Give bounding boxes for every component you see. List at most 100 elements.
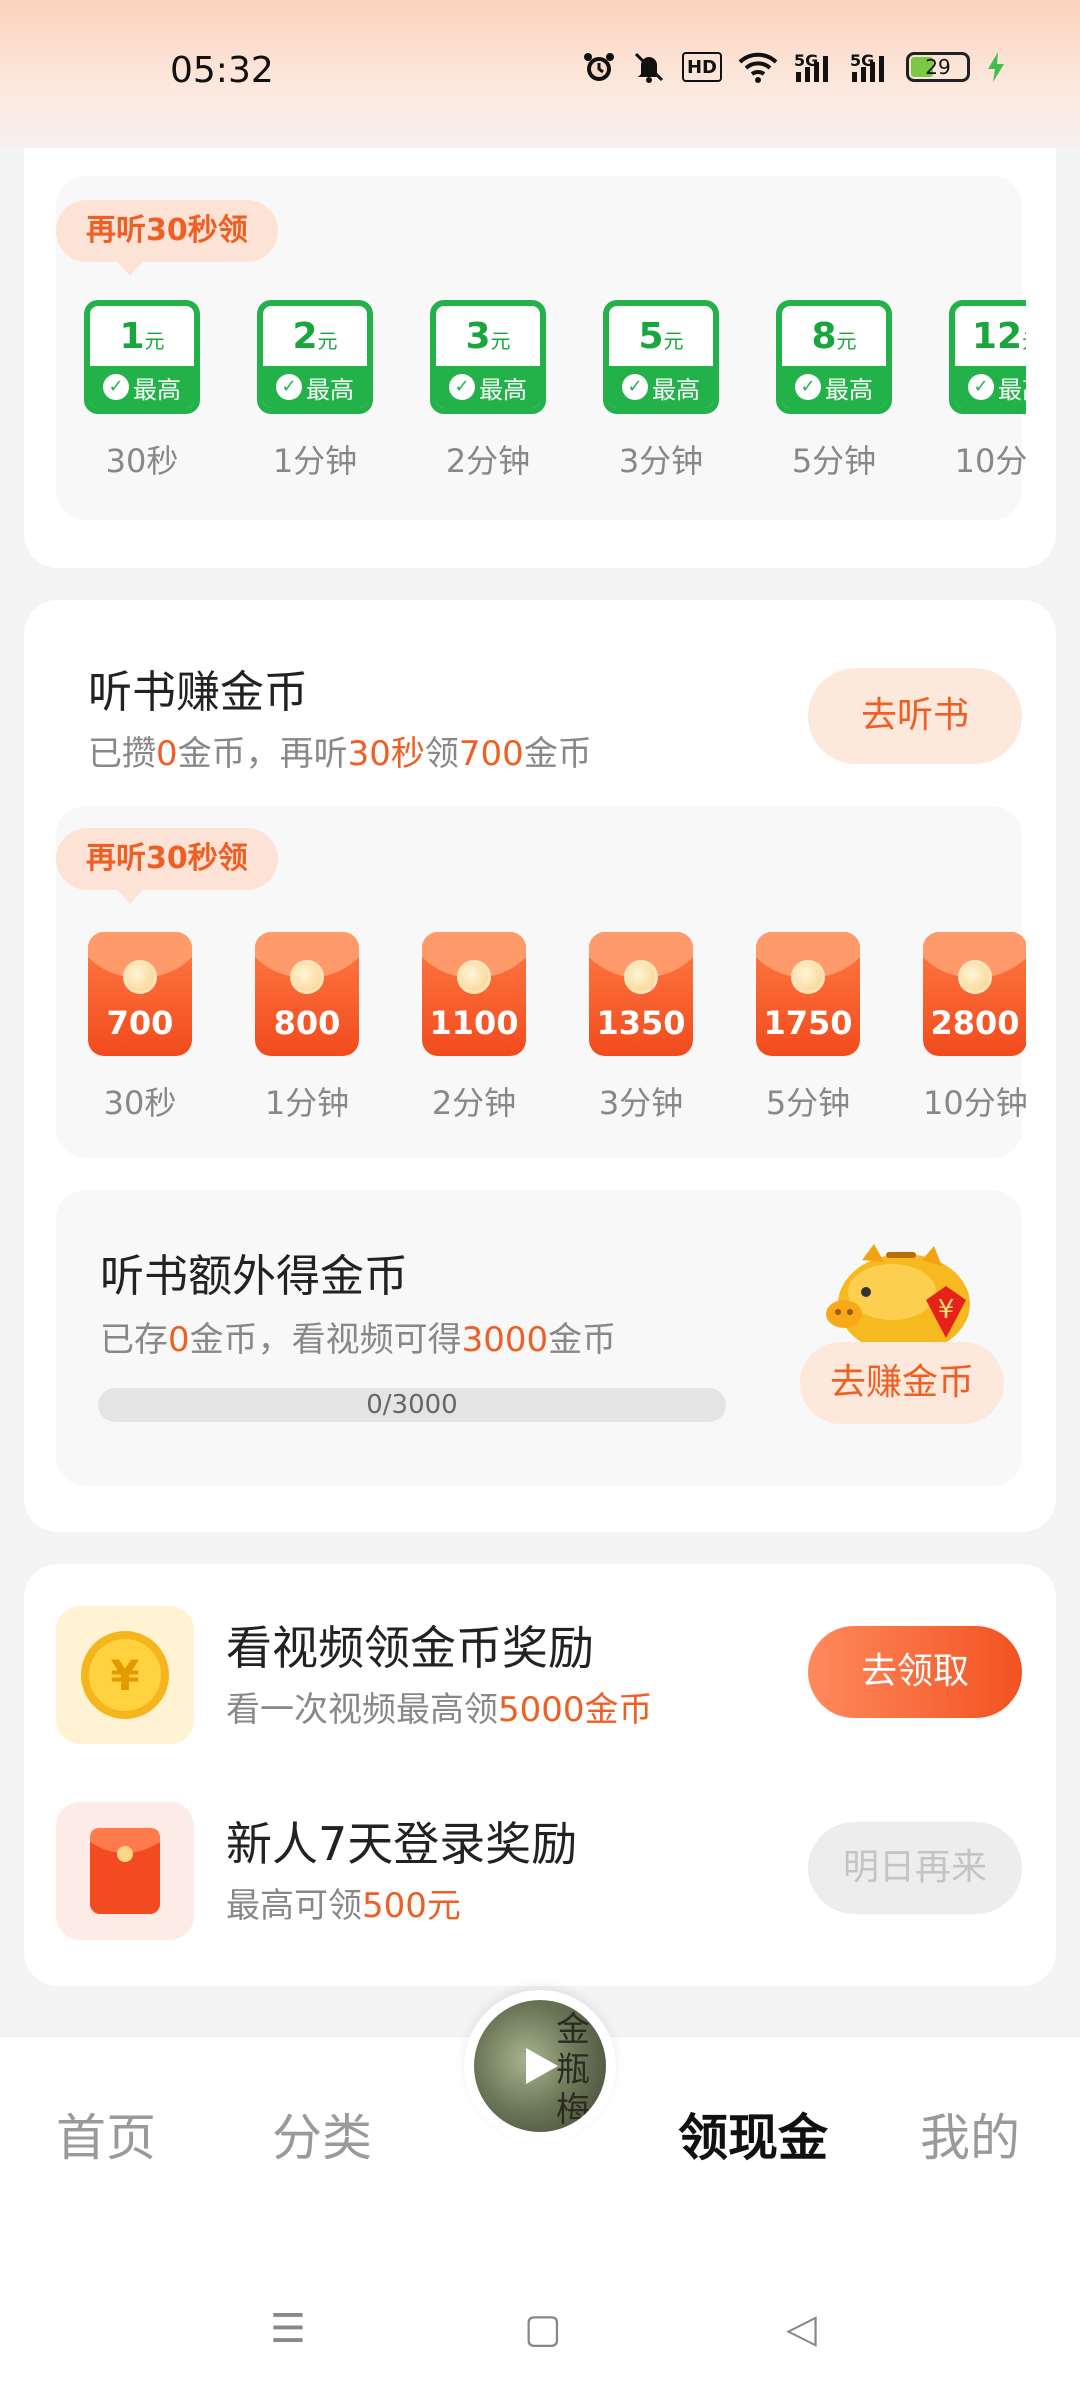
subtitle-text: 金币	[548, 1320, 617, 1360]
cash-badge: 1元 ✓ 最高	[84, 300, 200, 414]
cash-amount: 1	[119, 316, 145, 357]
nav-category[interactable]: 分类	[272, 2098, 372, 2170]
cash-tag: ✓最高	[782, 366, 886, 408]
cash-milestone-item[interactable]: 5元 ✓ 最高 3分钟	[603, 300, 719, 482]
cash-amount-line: 1元	[90, 306, 194, 368]
coin-amount: 1750	[763, 1004, 853, 1042]
cash-milestone-item[interactable]: 1元 ✓ 最高 30秒	[84, 300, 200, 482]
subtitle-text: 已攒	[88, 734, 156, 774]
cash-amount-line: 8元	[782, 306, 886, 368]
coin-amount: 800	[273, 1004, 341, 1042]
coin-milestone-item[interactable]: 2800 10分钟	[923, 932, 1026, 1124]
cash-milestone-item[interactable]: 8元 ✓ 最高 5分钟	[776, 300, 892, 482]
listen-coins-card: 听书赚金币 已攒0金币，再听30秒领700金币 去听书 再听30秒领 700 3…	[24, 600, 1056, 1532]
coin-milestone-item[interactable]: 1350 3分钟	[589, 932, 693, 1124]
battery-level: 29	[925, 55, 951, 79]
nav-cash[interactable]: 领现金	[678, 2098, 828, 2170]
cash-time-label: 30秒	[105, 442, 179, 480]
cash-unit: 元	[317, 329, 338, 353]
check-icon: ✓	[103, 374, 129, 400]
cash-amount: 5	[638, 316, 664, 357]
subtitle-text: 已存	[100, 1320, 168, 1360]
listen-coins-title: 听书赚金币	[88, 667, 308, 718]
cash-amount: 12	[971, 316, 1023, 357]
play-icon[interactable]	[526, 2048, 558, 2084]
cash-tag: ✓最高	[436, 366, 540, 408]
cash-tag-label: 最高	[133, 375, 181, 404]
coin-milestone-row: 再听30秒领 700 30秒 800 1分钟 1100 2分钟 1350 3分钟…	[56, 806, 1026, 1158]
wifi-icon	[738, 50, 778, 84]
status-time: 05:32	[170, 50, 274, 91]
extra-coins-subtitle: 已存0金币，看视频可得3000金币	[100, 1312, 616, 1361]
task-title: 新人7天登录奖励	[226, 1817, 578, 1871]
coin-milestone-item[interactable]: 800 1分钟	[255, 932, 359, 1124]
menu-icon[interactable]: ☰	[270, 2306, 306, 2352]
nav-mine[interactable]: 我的	[920, 2098, 1020, 2170]
5g-signal-icon: 5G	[850, 50, 890, 84]
subtitle-text: 看一次视频最高领	[226, 1690, 498, 1730]
alarm-icon	[582, 50, 616, 84]
coin-symbol: ¥	[110, 1651, 139, 1700]
cash-badge: 12元 ✓最高	[949, 300, 1026, 414]
subtitle-text: 领	[424, 734, 459, 774]
cash-milestone-item[interactable]: 12元 ✓最高 10分钟	[949, 300, 1026, 482]
stored-coins: 0	[168, 1320, 190, 1360]
cash-card: 再听30秒领 1元 ✓ 最高 30秒 2元 ✓ 最高 1分钟 3元 ✓ 最高 2…	[24, 148, 1056, 568]
home-square-icon[interactable]: ▢	[524, 2306, 562, 2352]
subtitle-text: 金币，再听	[177, 734, 348, 774]
listen-coins-subtitle: 已攒0金币，再听30秒领700金币	[88, 726, 592, 775]
5g-signal-icon: 5G	[794, 50, 834, 84]
check-icon: ✓	[968, 374, 994, 400]
coin-amount: 1100	[429, 1004, 519, 1042]
coin-icon: ¥	[56, 1606, 194, 1744]
go-listen-button[interactable]: 去听书	[808, 668, 1022, 764]
nav-home[interactable]: 首页	[56, 2098, 156, 2170]
red-packet-icon: 1750	[756, 932, 860, 1056]
packet-seal	[290, 960, 324, 994]
cash-tag: ✓最高	[955, 366, 1026, 408]
cash-amount: 3	[465, 316, 491, 357]
cash-badge: 3元 ✓ 最高	[430, 300, 546, 414]
cash-milestone-item[interactable]: 3元 ✓ 最高 2分钟	[430, 300, 546, 482]
coin-milestone-item[interactable]: 700 30秒	[88, 932, 192, 1124]
coin-tip-bubble: 再听30秒领	[56, 828, 278, 904]
cash-unit: 元	[663, 329, 684, 353]
cash-amount-line: 5元	[609, 306, 713, 368]
check-icon: ✓	[795, 374, 821, 400]
cash-tag: ✓最高	[609, 366, 713, 408]
coin-time-label: 10分钟	[923, 1084, 1026, 1122]
coin-time-label: 3分钟	[598, 1084, 684, 1122]
check-icon: ✓	[622, 374, 648, 400]
cash-unit: 元	[836, 329, 857, 353]
cash-milestone-row: 再听30秒领 1元 ✓ 最高 30秒 2元 ✓ 最高 1分钟 3元 ✓ 最高 2…	[56, 176, 1026, 496]
cash-amount-line: 3元	[436, 306, 540, 368]
task-title: 看视频领金币奖励	[226, 1621, 594, 1675]
mini-player[interactable]: 金瓶梅	[464, 1990, 616, 2142]
cash-tag: ✓最高	[90, 366, 194, 408]
charging-icon	[986, 50, 1006, 84]
cash-unit: 元	[1022, 329, 1026, 353]
back-icon[interactable]: ◁	[786, 2306, 817, 2352]
claim-button[interactable]: 去领取	[808, 1626, 1022, 1718]
task-subtitle: 最高可领500元	[226, 1878, 461, 1927]
task-reward: 5000金币	[498, 1690, 653, 1730]
coin-time-label: 2分钟	[431, 1084, 517, 1122]
task-subtitle: 看一次视频最高领5000金币	[226, 1682, 653, 1731]
next-reward: 700	[458, 734, 524, 774]
book-cover: 金瓶梅	[474, 2000, 606, 2132]
coin-milestone-item[interactable]: 1750 5分钟	[756, 932, 860, 1124]
coin-amount: 2800	[930, 1004, 1020, 1042]
mute-icon	[632, 50, 666, 84]
battery-icon: 29	[906, 52, 970, 82]
earn-coins-button[interactable]: 去赚金币	[800, 1342, 1004, 1424]
coin-milestone-item[interactable]: 1100 2分钟	[422, 932, 526, 1124]
come-back-tomorrow-button[interactable]: 明日再来	[808, 1822, 1022, 1914]
coin-time-label: 5分钟	[765, 1084, 851, 1122]
cash-amount-line: 12元	[955, 306, 1026, 368]
saved-coins: 0	[156, 734, 178, 774]
extra-coins-progress: 0/3000	[98, 1388, 726, 1422]
cash-unit: 元	[490, 329, 511, 353]
cash-milestone-item[interactable]: 2元 ✓ 最高 1分钟	[257, 300, 373, 482]
status-icons: HD 5G 5G 29	[582, 50, 1006, 84]
check-icon: ✓	[276, 374, 302, 400]
